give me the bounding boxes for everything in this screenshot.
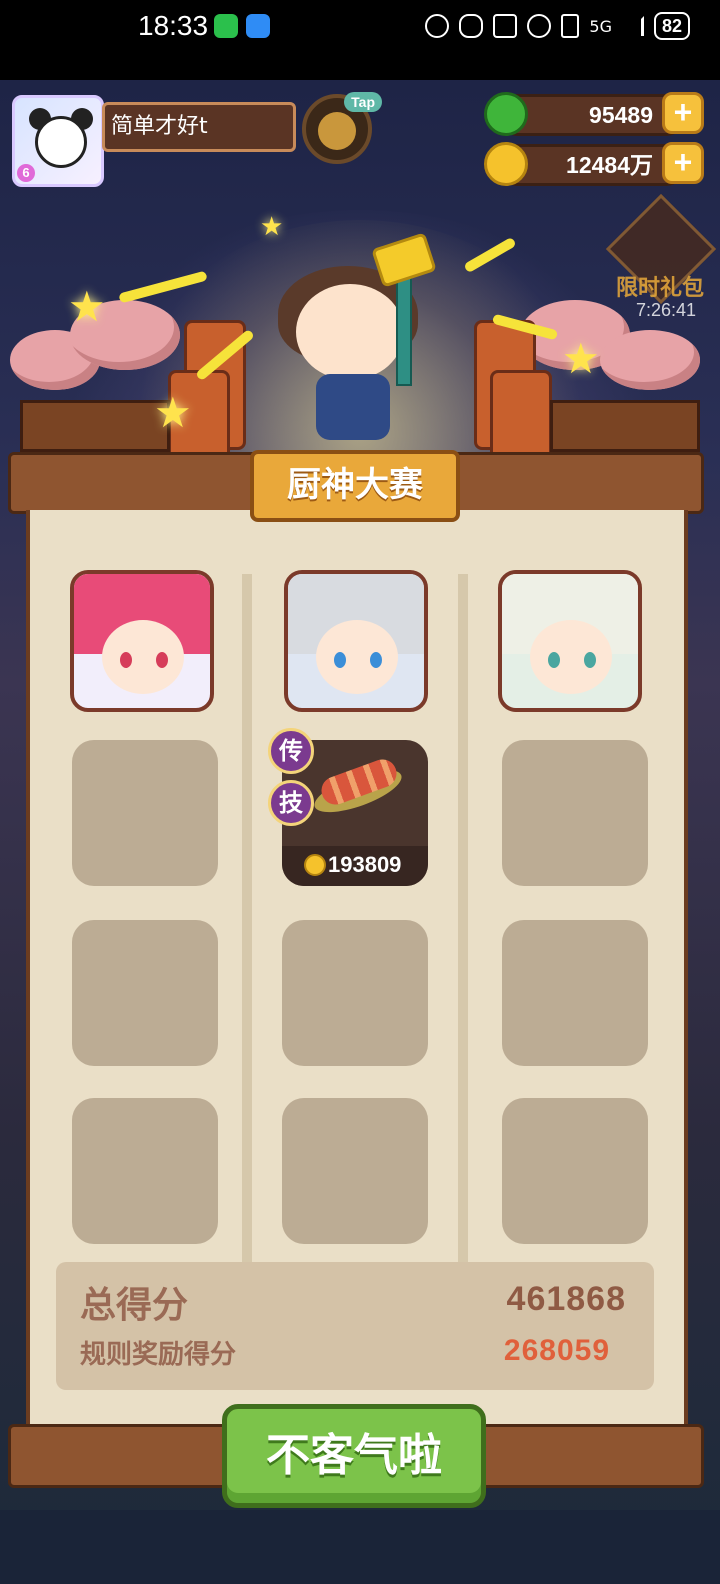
fence-left — [20, 400, 170, 452]
chef-portrait-3[interactable] — [498, 570, 642, 712]
dish-slot[interactable] — [502, 920, 648, 1066]
battery-indicator: 82 — [653, 12, 690, 40]
gift-timer: 7:26:41 — [635, 300, 697, 320]
message-icon — [246, 14, 270, 38]
dish-slot[interactable] — [282, 1098, 428, 1244]
status-time: 18:33 — [138, 10, 209, 41]
dish-slot[interactable] — [502, 740, 648, 886]
signal-label: 5G — [589, 16, 612, 36]
chef-portrait-1[interactable] — [70, 570, 214, 712]
star-icon: ★ — [68, 282, 106, 331]
dish-slot[interactable] — [502, 1098, 648, 1244]
status-bar: 18:33 5G 82 — [0, 0, 720, 80]
star-icon: ★ — [154, 388, 192, 437]
legendary-tag: 传 — [268, 728, 314, 774]
column-divider — [458, 574, 468, 1264]
ground-strip — [0, 1510, 720, 1584]
gift-label: 限时礼包 — [615, 276, 704, 301]
dish-slot[interactable] — [72, 1098, 218, 1244]
dish-slot[interactable] — [282, 920, 428, 1066]
gold-coin-icon — [484, 142, 528, 186]
eye-icon — [459, 14, 484, 38]
blossom-tree-right — [600, 330, 700, 390]
green-apple-icon — [484, 92, 528, 136]
tap-button[interactable]: Tap — [302, 92, 382, 164]
confirm-button[interactable]: 不客气啦 — [222, 1404, 486, 1508]
star-icon: ★ — [260, 212, 284, 242]
chef-champion-character — [270, 232, 450, 450]
hd-call-icon — [425, 14, 450, 38]
limited-gift-pack[interactable]: 限时礼包 7:26:41 — [600, 193, 720, 336]
panda-face-icon — [35, 116, 87, 168]
vibrate-icon — [561, 14, 580, 38]
status-icons: 5G 82 — [425, 12, 690, 40]
alarm-icon — [527, 14, 552, 38]
add-coin-button[interactable]: + — [662, 142, 704, 184]
fence-right — [550, 400, 700, 452]
column-divider — [242, 574, 252, 1264]
skill-tag: 技 — [268, 780, 314, 826]
add-apple-button[interactable]: + — [662, 92, 704, 134]
rule-bonus-label: 规则奖励得分 — [80, 1340, 237, 1370]
score-summary: 总得分 461868 规则奖励得分 268059 — [56, 1262, 654, 1390]
dish-slot[interactable] — [72, 920, 218, 1066]
player-name[interactable]: 简单才好t — [102, 102, 296, 152]
signal-bars-icon — [622, 16, 644, 36]
tap-tag: Tap — [344, 92, 382, 112]
pillar-right-front — [490, 370, 552, 460]
nfc-icon — [493, 14, 518, 38]
chef-portrait-2[interactable] — [284, 570, 428, 712]
dish-score: 193809 — [328, 852, 402, 877]
rule-bonus-value: 268059 — [503, 1334, 610, 1367]
total-score-label: 总得分 — [80, 1285, 189, 1326]
contest-title: 厨神大赛 — [250, 450, 460, 522]
face-icon — [318, 112, 356, 150]
dish-slot[interactable] — [72, 740, 218, 886]
wechat-icon — [214, 14, 238, 38]
golden-hammer-icon — [371, 232, 437, 288]
total-score-value: 461868 — [506, 1280, 626, 1318]
star-icon: ★ — [562, 334, 600, 383]
coin-icon — [304, 854, 326, 876]
player-avatar[interactable]: 6 — [12, 95, 104, 187]
level-badge: 6 — [17, 164, 35, 182]
